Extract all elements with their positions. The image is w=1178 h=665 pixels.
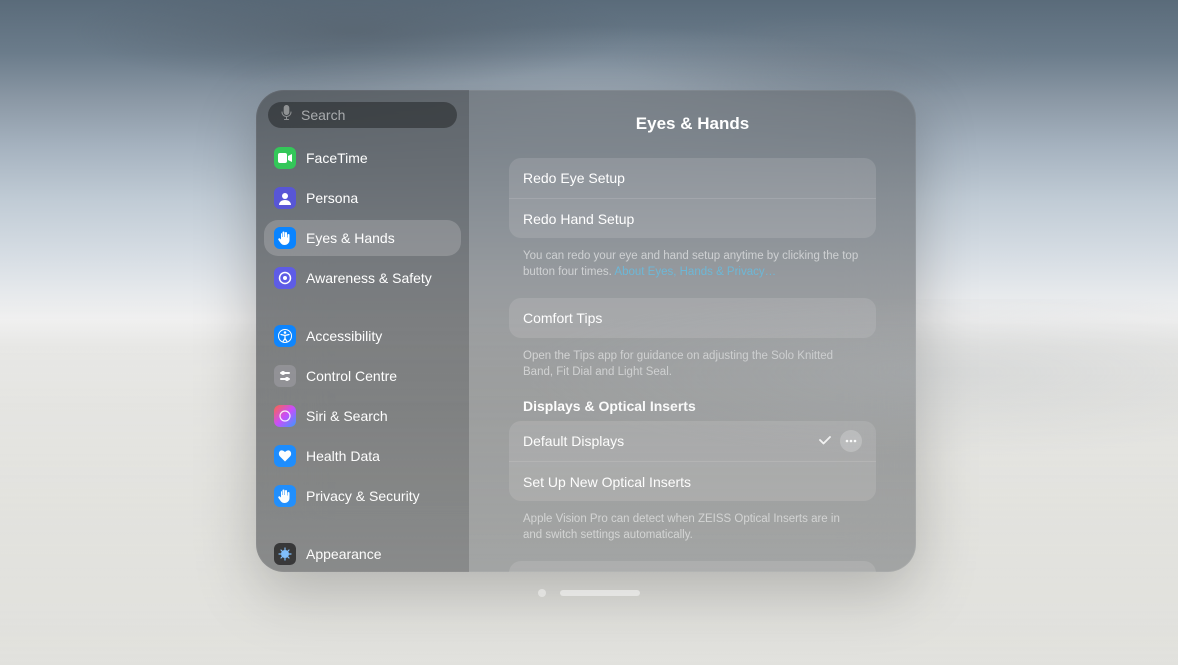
realign-displays-row[interactable]: Realign Displays xyxy=(509,561,876,572)
redo-eye-setup-row[interactable]: Redo Eye Setup xyxy=(509,158,876,198)
awareness-icon xyxy=(274,267,296,289)
sidebar-item-control-centre[interactable]: Control Centre xyxy=(264,358,461,394)
more-options-button[interactable] xyxy=(840,430,862,452)
sidebar-item-label: Control Centre xyxy=(306,368,397,384)
control-centre-icon xyxy=(274,365,296,387)
sidebar-item-health-data[interactable]: Health Data xyxy=(264,438,461,474)
sidebar-nav: FaceTime Persona Eyes & Hands Awareness … xyxy=(264,140,461,572)
health-icon xyxy=(274,445,296,467)
displays-note: Apple Vision Pro can detect when ZEISS O… xyxy=(509,507,876,543)
sidebar-item-label: Appearance xyxy=(306,546,382,562)
comfort-tips-row[interactable]: Comfort Tips xyxy=(509,298,876,338)
setup-note: You can redo your eye and hand setup any… xyxy=(509,244,876,280)
sidebar-item-label: Persona xyxy=(306,190,358,206)
microphone-icon xyxy=(280,105,301,126)
realign-group: Realign Displays xyxy=(509,561,876,572)
comfort-note: Open the Tips app for guidance on adjust… xyxy=(509,344,876,380)
hand-icon xyxy=(274,227,296,249)
sidebar-item-label: FaceTime xyxy=(306,150,368,166)
default-displays-row[interactable]: Default Displays xyxy=(509,421,876,461)
page-title: Eyes & Hands xyxy=(509,114,876,134)
displays-section-header: Displays & Optical Inserts xyxy=(509,398,876,421)
redo-hand-setup-row[interactable]: Redo Hand Setup xyxy=(509,198,876,238)
home-bar xyxy=(560,590,640,596)
sidebar-item-label: Awareness & Safety xyxy=(306,270,432,286)
sidebar-item-eyes-hands[interactable]: Eyes & Hands xyxy=(264,220,461,256)
sidebar-item-label: Privacy & Security xyxy=(306,488,420,504)
displays-group: Default Displays Set Up New Optical Inse… xyxy=(509,421,876,501)
home-indicator[interactable] xyxy=(538,589,640,597)
accessibility-icon xyxy=(274,325,296,347)
settings-window: FaceTime Persona Eyes & Hands Awareness … xyxy=(256,90,916,572)
sidebar: FaceTime Persona Eyes & Hands Awareness … xyxy=(256,90,469,572)
checkmark-icon xyxy=(818,433,832,450)
row-label: Comfort Tips xyxy=(523,310,602,326)
sidebar-item-facetime[interactable]: FaceTime xyxy=(264,140,461,176)
row-label: Redo Eye Setup xyxy=(523,170,625,186)
appearance-icon xyxy=(274,543,296,565)
search-field[interactable] xyxy=(268,102,457,128)
row-label: Default Displays xyxy=(523,433,624,449)
sidebar-item-siri-search[interactable]: Siri & Search xyxy=(264,398,461,434)
sidebar-item-privacy-security[interactable]: Privacy & Security xyxy=(264,478,461,514)
setup-group: Redo Eye Setup Redo Hand Setup xyxy=(509,158,876,238)
search-input[interactable] xyxy=(301,107,469,123)
sidebar-item-label: Siri & Search xyxy=(306,408,388,424)
persona-icon xyxy=(274,187,296,209)
sidebar-item-persona[interactable]: Persona xyxy=(264,180,461,216)
facetime-icon xyxy=(274,147,296,169)
sidebar-item-awareness[interactable]: Awareness & Safety xyxy=(264,260,461,296)
home-dot xyxy=(538,589,546,597)
setup-optical-inserts-row[interactable]: Set Up New Optical Inserts xyxy=(509,461,876,501)
row-label: Set Up New Optical Inserts xyxy=(523,474,691,490)
sidebar-item-accessibility[interactable]: Accessibility xyxy=(264,318,461,354)
sidebar-item-label: Health Data xyxy=(306,448,380,464)
sidebar-item-label: Eyes & Hands xyxy=(306,230,395,246)
sidebar-item-label: Accessibility xyxy=(306,328,382,344)
privacy-icon xyxy=(274,485,296,507)
row-label: Redo Hand Setup xyxy=(523,211,634,227)
siri-icon xyxy=(274,405,296,427)
comfort-group: Comfort Tips xyxy=(509,298,876,338)
content-pane: Eyes & Hands Redo Eye Setup Redo Hand Se… xyxy=(469,90,916,572)
sidebar-item-appearance[interactable]: Appearance xyxy=(264,536,461,572)
about-eyes-hands-privacy-link[interactable]: About Eyes, Hands & Privacy… xyxy=(614,266,776,278)
